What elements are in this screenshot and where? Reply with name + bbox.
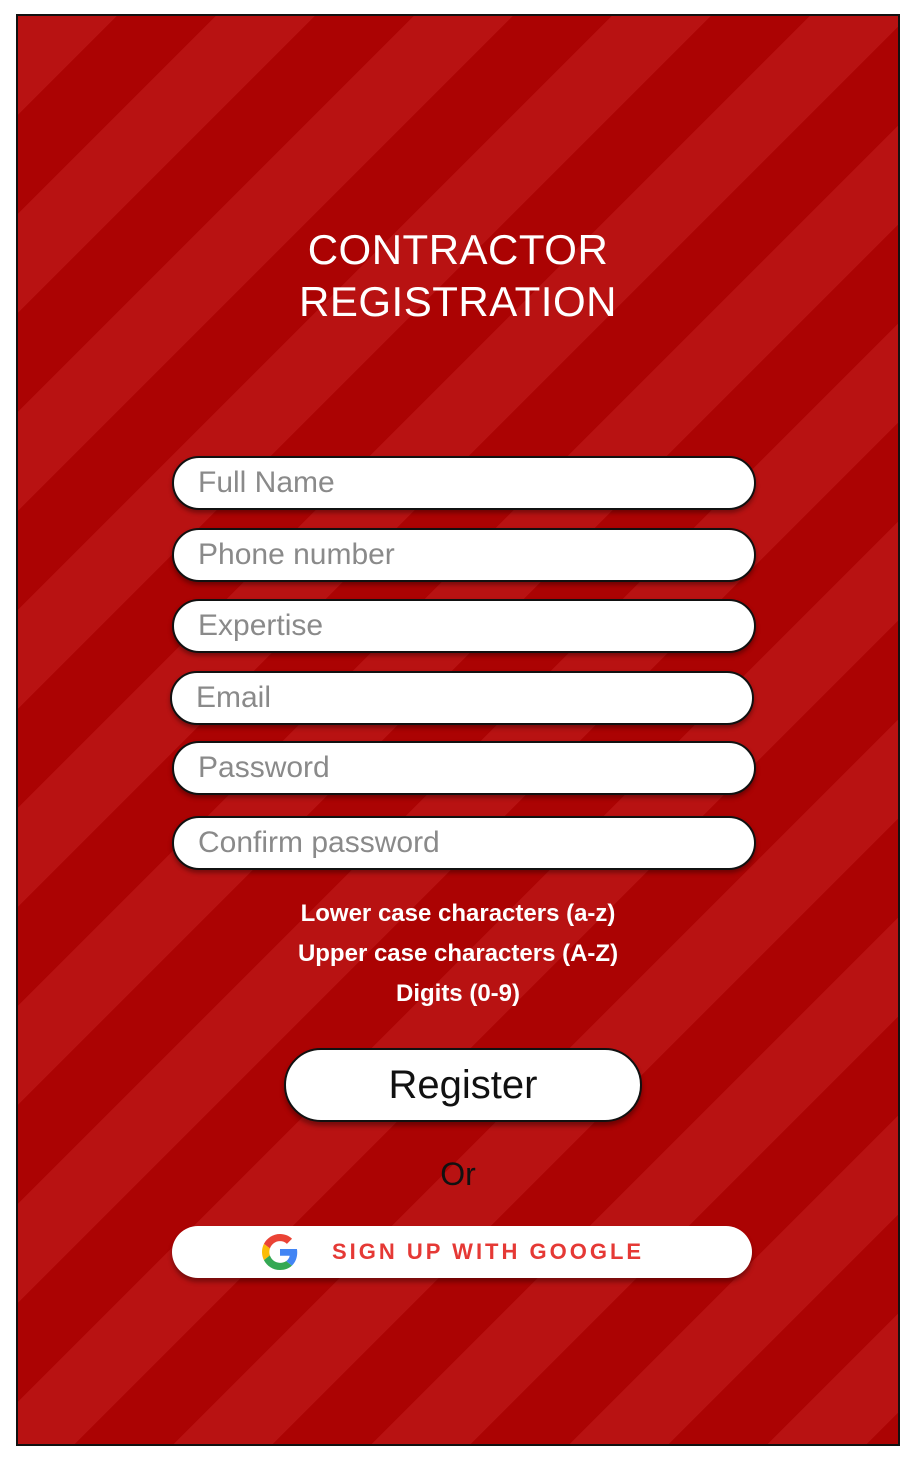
google-signup-button[interactable]: SIGN UP WITH GOOGLE [172, 1226, 752, 1278]
full-name-field[interactable] [172, 456, 756, 510]
confirm-password-input[interactable] [174, 818, 754, 868]
phone-number-input[interactable] [174, 530, 754, 580]
rule-digits: Digits (0-9) [395, 980, 520, 1007]
confirm-password-field[interactable] [172, 816, 756, 870]
email-field[interactable] [170, 671, 754, 725]
full-name-input[interactable] [174, 458, 754, 508]
password-input[interactable] [174, 743, 754, 793]
password-field[interactable] [172, 741, 756, 795]
expertise-input[interactable] [174, 601, 754, 651]
page-title: CONTRACTOR REGISTRATION [18, 224, 898, 328]
title-line-1: CONTRACTOR [307, 226, 609, 273]
password-rules: Lower case characters (a-z) Upper case c… [18, 894, 898, 1014]
rule-lowercase: Lower case characters (a-z) [300, 900, 616, 927]
registration-screen: CONTRACTOR REGISTRATION Lower case chara… [16, 14, 900, 1446]
expertise-field[interactable] [172, 599, 756, 653]
phone-number-field[interactable] [172, 528, 756, 582]
google-signup-label: SIGN UP WITH GOOGLE [332, 1239, 645, 1264]
email-input[interactable] [172, 673, 752, 723]
title-line-2: REGISTRATION [299, 278, 617, 325]
rule-uppercase: Upper case characters (A-Z) [297, 940, 619, 967]
or-divider-text: Or [440, 1156, 476, 1192]
google-g-icon [262, 1234, 298, 1270]
register-button[interactable]: Register [284, 1048, 642, 1122]
